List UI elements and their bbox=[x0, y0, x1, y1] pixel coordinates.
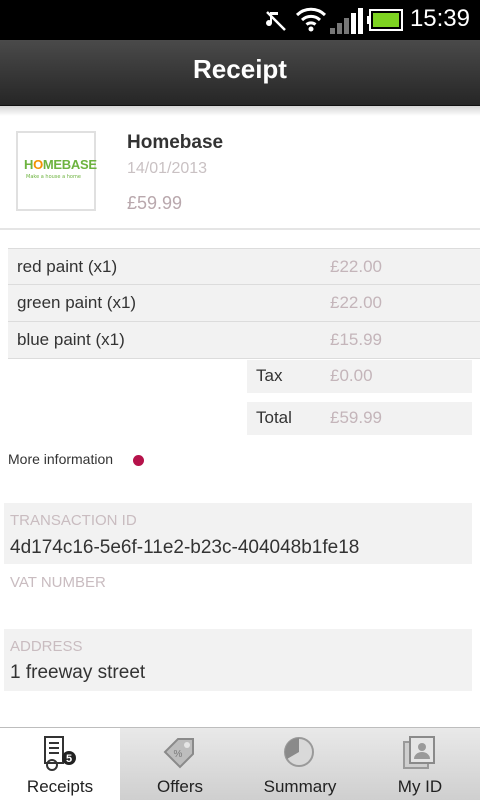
tab-my-id-label: My ID bbox=[397, 777, 443, 796]
svg-text:%: % bbox=[174, 749, 183, 760]
tab-offers[interactable]: % Offers bbox=[120, 728, 240, 800]
pie-chart-icon bbox=[284, 737, 314, 767]
clock: 15:39 bbox=[409, 5, 470, 32]
more-information-dot-icon[interactable] bbox=[133, 455, 144, 466]
item-name: blue paint (x1) bbox=[17, 330, 125, 349]
tab-offers-label: Offers bbox=[157, 777, 203, 796]
tab-receipts-label: Receipts bbox=[26, 777, 94, 796]
divider bbox=[0, 228, 480, 230]
wifi-icon bbox=[295, 7, 327, 32]
item-price: £22.00 bbox=[330, 257, 382, 276]
tab-receipts[interactable]: 5 Receipts bbox=[0, 728, 120, 800]
address-value: 1 freeway street bbox=[10, 662, 146, 683]
tab-summary[interactable]: Summary bbox=[240, 728, 360, 800]
tab-summary-label: Summary bbox=[263, 777, 337, 796]
more-information-link[interactable]: More information bbox=[8, 451, 113, 467]
vat-section: VAT NUMBER bbox=[4, 564, 472, 598]
tax-row: Tax £0.00 bbox=[247, 360, 472, 393]
vibrate-muted-icon bbox=[266, 11, 286, 31]
receipts-badge: 5 bbox=[66, 753, 72, 765]
merchant-name: Homebase bbox=[127, 132, 224, 153]
line-item: green paint (x1) £22.00 bbox=[8, 285, 480, 322]
page-title: Receipt bbox=[193, 54, 287, 84]
transaction-id-label: TRANSACTION ID bbox=[10, 512, 137, 529]
total-label: Total bbox=[256, 408, 292, 427]
item-price: £22.00 bbox=[330, 293, 382, 312]
item-price: £15.99 bbox=[330, 330, 382, 349]
merchant-logo: HOMEBASE Make a house a home bbox=[16, 131, 97, 211]
receipt-total: £59.99 bbox=[127, 193, 183, 213]
line-item: blue paint (x1) £15.99 bbox=[8, 322, 480, 359]
battery-icon bbox=[367, 9, 403, 31]
total-row: Total £59.99 bbox=[247, 402, 472, 435]
item-name: green paint (x1) bbox=[17, 293, 137, 312]
vat-number-label: VAT NUMBER bbox=[10, 574, 106, 591]
logo-wordmark: HOMEBASE bbox=[24, 157, 97, 172]
bottom-tab-bar: 5 Receipts % Offers Summary My ID bbox=[0, 727, 480, 800]
logo-tagline: Make a house a home bbox=[26, 174, 81, 180]
total-value: £59.99 bbox=[330, 408, 382, 427]
tab-my-id[interactable]: My ID bbox=[360, 728, 480, 800]
transaction-section: TRANSACTION ID 4d174c16-5e6f-11e2-b23c-4… bbox=[4, 503, 472, 564]
tax-value: £0.00 bbox=[330, 366, 373, 385]
action-bar-shadow bbox=[0, 106, 480, 116]
signal-icon bbox=[330, 8, 363, 34]
receipt-date: 14/01/2013 bbox=[127, 160, 208, 177]
address-section: ADDRESS 1 freeway street bbox=[4, 629, 472, 691]
item-name: red paint (x1) bbox=[17, 257, 118, 276]
line-item: red paint (x1) £22.00 bbox=[8, 248, 480, 285]
tax-label: Tax bbox=[256, 366, 283, 385]
status-bar: 15:39 bbox=[0, 0, 480, 40]
address-label: ADDRESS bbox=[10, 638, 83, 655]
id-card-icon bbox=[403, 736, 435, 769]
transaction-id-value: 4d174c16-5e6f-11e2-b23c-404048b1fe18 bbox=[10, 537, 360, 558]
tag-icon: % bbox=[163, 738, 194, 769]
action-bar: Receipt bbox=[0, 40, 480, 106]
receipt-icon: 5 bbox=[44, 736, 76, 771]
